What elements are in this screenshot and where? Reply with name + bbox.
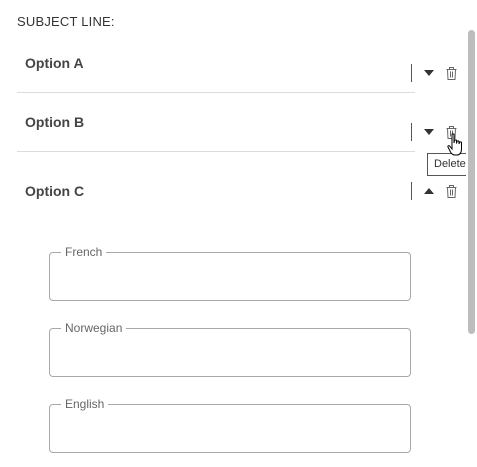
caret-down-icon[interactable] [421,124,437,140]
option-title: Option B [25,114,85,130]
norwegian-field[interactable]: Norwegian [49,320,411,377]
option-row-b[interactable]: Option B [17,93,456,152]
subject-line-label: SUBJECT LINE: [17,14,115,29]
row-separator [411,123,412,141]
subject-line-panel: SUBJECT LINE: Option A Option B Option C… [0,0,477,467]
field-label: Norwegian [61,320,127,336]
caret-up-icon[interactable] [421,183,437,199]
row-separator [411,182,412,200]
option-title: Option A [25,55,84,71]
english-field[interactable]: English [49,396,411,453]
row-separator [411,64,412,82]
norwegian-input[interactable] [62,343,398,368]
trash-icon[interactable] [443,183,459,199]
hand-cursor-icon [447,133,467,159]
option-title: Option C [25,183,85,199]
scrollbar-thumb[interactable] [468,30,475,334]
trash-icon[interactable] [443,65,459,81]
french-field[interactable]: French [49,244,411,301]
english-input[interactable] [62,419,398,444]
field-label: English [61,396,109,412]
french-input[interactable] [62,267,398,292]
caret-down-icon[interactable] [421,65,437,81]
field-label: French [61,244,107,260]
option-row-a[interactable]: Option A [17,34,456,93]
option-row-c[interactable]: Option C [17,162,456,220]
